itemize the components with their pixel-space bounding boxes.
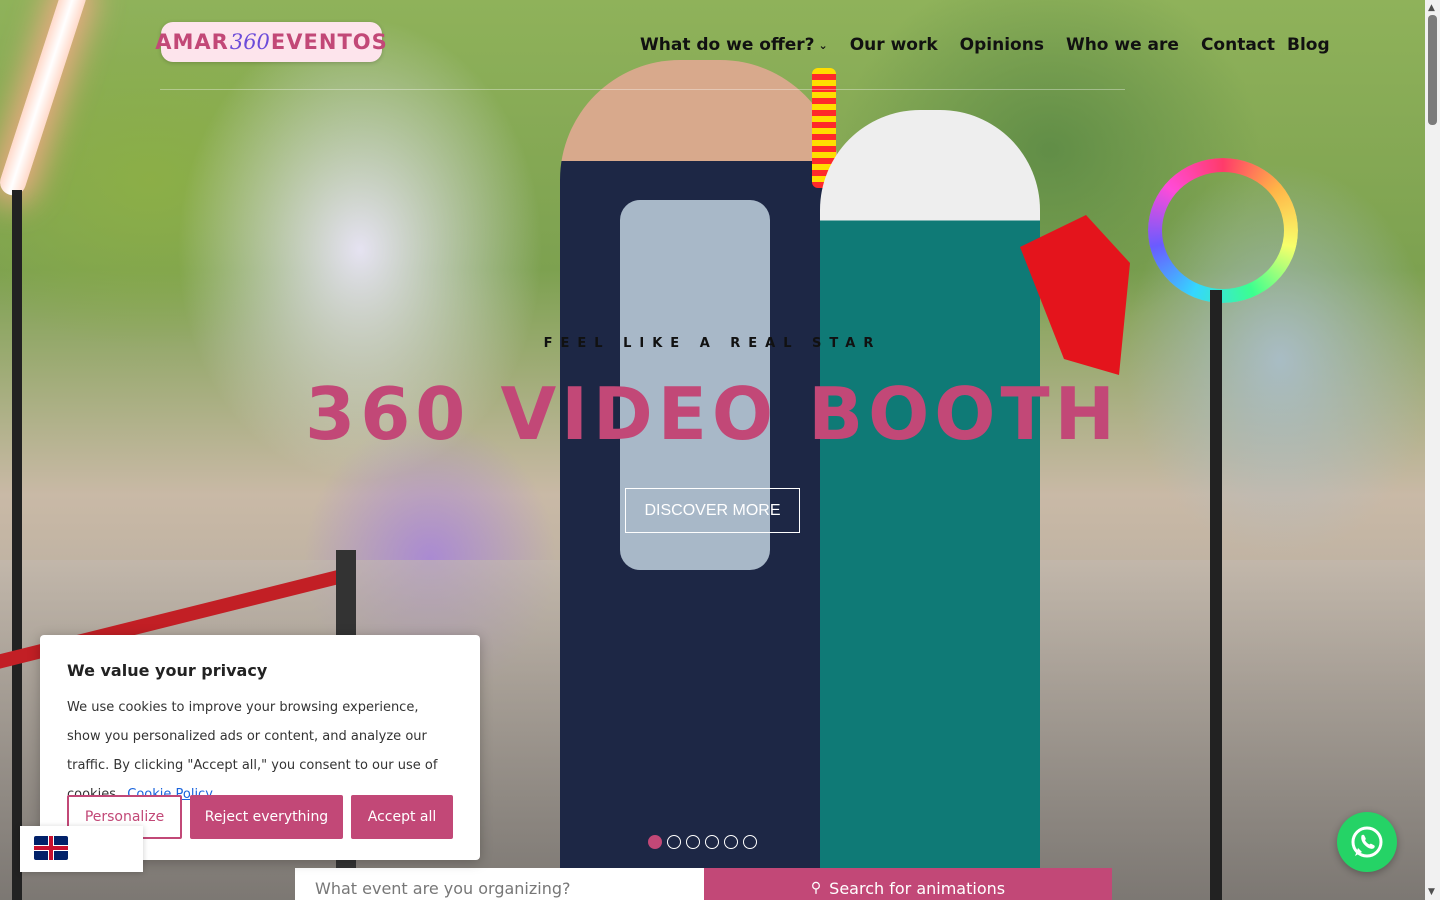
nav-item-label: Contact [1200,35,1276,55]
language-switcher[interactable] [20,826,143,872]
whatsapp-icon [1351,826,1383,858]
nav-item-what-do-we-offer[interactable]: What do we offer? ⌄ [640,35,828,55]
light-stand [12,190,22,900]
discover-more-button[interactable]: DISCOVER MORE [625,488,800,533]
nav-item-who-we-are[interactable]: Who we are [1066,35,1179,55]
whatsapp-button[interactable] [1337,812,1397,872]
slider-dot-3[interactable] [686,835,700,849]
accept-all-button[interactable]: Accept all [351,795,453,839]
chevron-down-icon: ⌄ [818,38,828,52]
logo-text-eventos: EVENTOS [270,30,388,54]
scroll-down-arrow-icon[interactable]: ▼ [1428,887,1435,897]
header-divider [160,89,1125,90]
cookie-banner-text: We use cookies to improve your browsing … [67,693,453,809]
hero-headline: 360 VIDEO BOOTH [305,372,1120,456]
nav-item-label: What do we offer? [640,35,815,55]
slider-dot-4[interactable] [705,835,719,849]
nav-item-label: Blog [1287,35,1330,55]
nav-item-label: Opinions [959,35,1044,55]
slider-dot-5[interactable] [724,835,738,849]
nav-item-opinions[interactable]: Opinions [960,35,1044,55]
event-search-input[interactable]: What event are you organizing? [295,868,704,900]
hero-woman [820,110,1040,900]
main-nav: What do we offer? ⌄ Our work Opinions Wh… [640,32,1330,58]
logo-text-360: 360 [229,30,270,54]
cookie-banner-body: We use cookies to improve your browsing … [67,700,438,802]
page-scrollbar[interactable]: ▲ ▼ [1425,0,1440,900]
nav-item-our-work[interactable]: Our work [850,35,938,55]
slider-dot-2[interactable] [667,835,681,849]
uk-flag-icon [34,836,68,860]
slider-dots [648,835,757,849]
nav-item-label: Our work [849,35,938,55]
search-animations-button[interactable]: ⚲ Search for animations [704,868,1112,900]
nav-item-contact[interactable]: Contact [1201,35,1275,55]
nav-item-blog[interactable]: Blog [1287,35,1330,55]
site-logo[interactable]: AMAR 360 EVENTOS [155,22,387,62]
slider-dot-6[interactable] [743,835,757,849]
scroll-up-arrow-icon[interactable]: ▲ [1428,3,1435,13]
reject-everything-button[interactable]: Reject everything [190,795,343,839]
logo-text-amar: AMAR [155,30,229,54]
nav-item-label: Who we are [1065,35,1179,55]
scrollbar-thumb[interactable] [1428,15,1437,125]
hero-tagline: FEEL LIKE A REAL STAR [543,336,882,351]
search-button-label: Search for animations [829,878,1006,898]
led-light-tube [0,0,90,199]
search-icon: ⚲ [810,880,822,896]
cookie-banner-title: We value your privacy [67,661,268,680]
slider-dot-1[interactable] [648,835,662,849]
ring-light [1148,158,1298,303]
